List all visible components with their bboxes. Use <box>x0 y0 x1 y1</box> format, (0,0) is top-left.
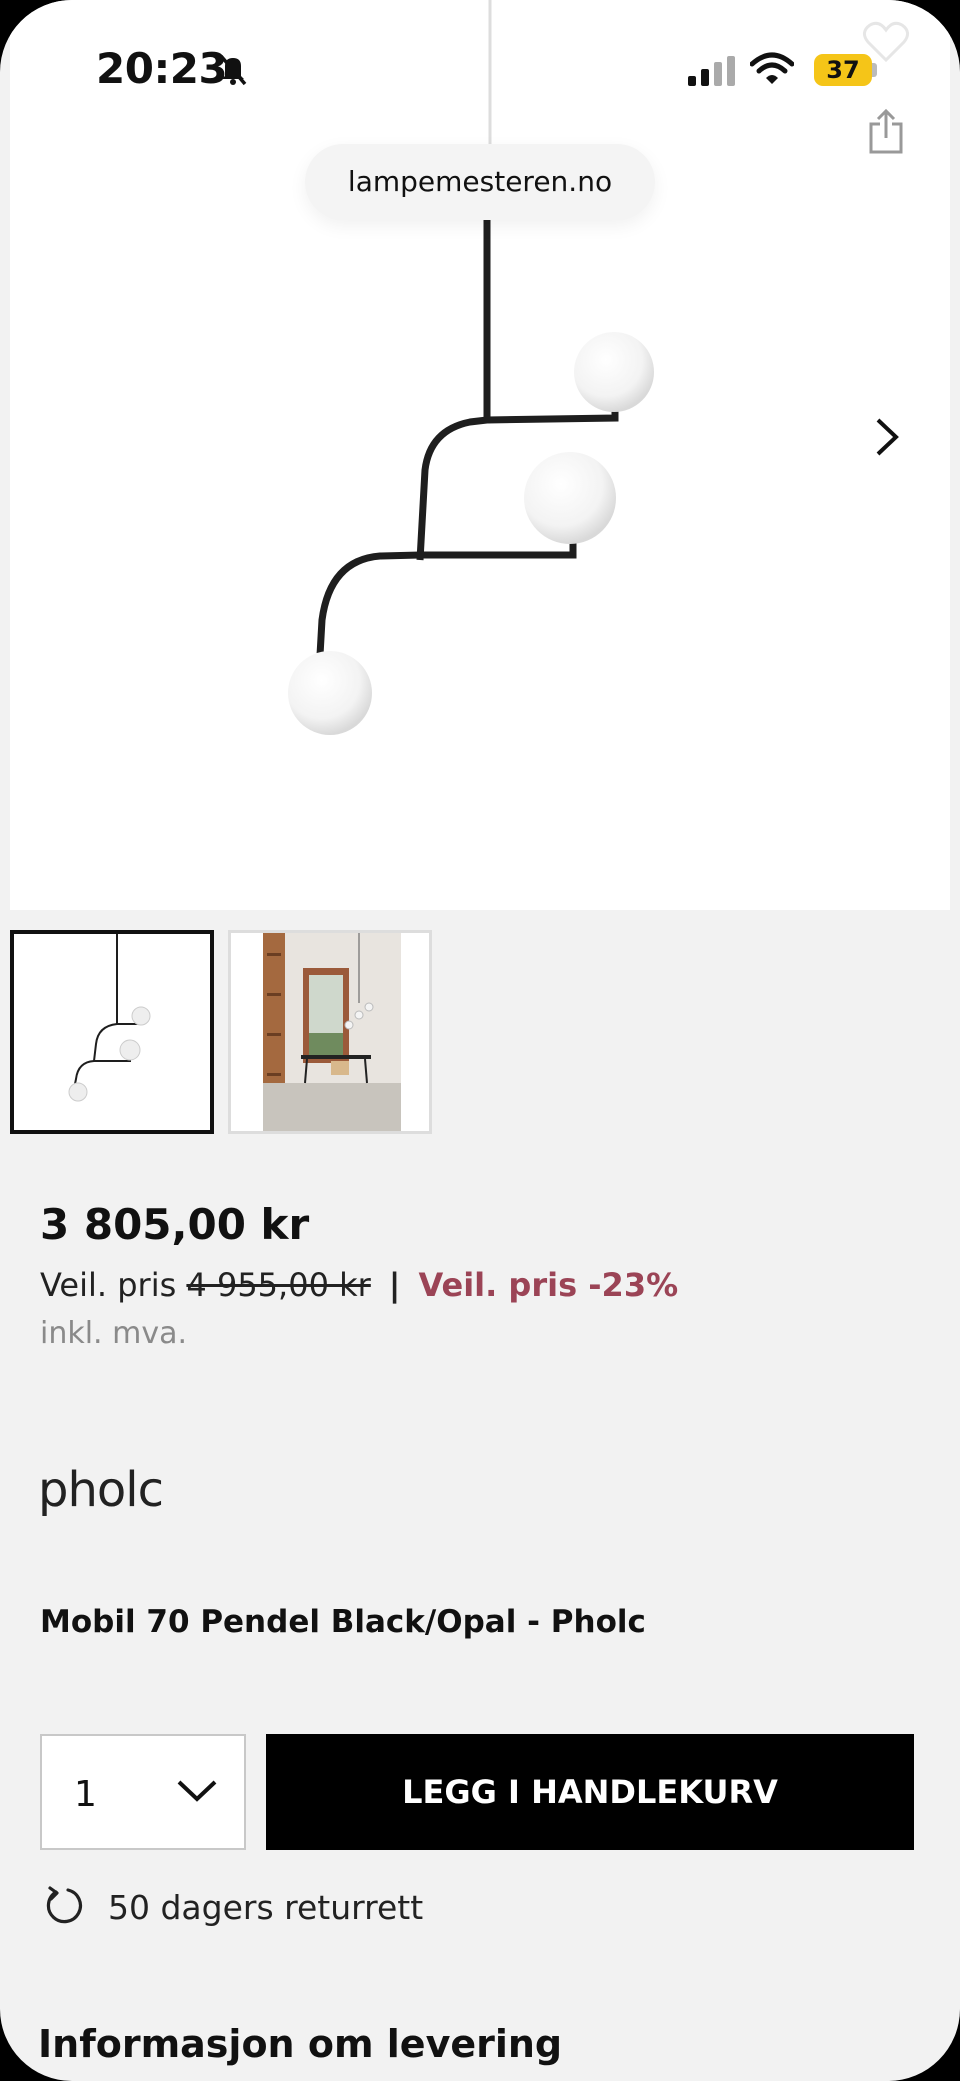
screen: 20:23 37 lampemesteren.no 3 805,00 kr Ve… <box>0 0 960 2081</box>
return-icon <box>46 1886 82 1924</box>
product-title: Mobil 70 Pendel Black/Opal - Pholc <box>40 1604 646 1640</box>
price-comparison: Veil. pris 4 955,00 kr | Veil. pris -23% <box>40 1266 678 1304</box>
price-separator: | <box>388 1266 401 1304</box>
vat-note: inkl. mva. <box>40 1316 188 1351</box>
delivery-info-heading[interactable]: Informasjon om levering <box>38 2022 562 2066</box>
quantity-select[interactable]: 1 <box>40 1734 246 1850</box>
battery-cap <box>872 63 877 77</box>
status-time: 20:23 <box>96 44 228 93</box>
signal-icon <box>688 56 735 86</box>
chevron-right-icon[interactable] <box>872 414 902 460</box>
chevron-down-icon <box>177 1780 217 1802</box>
quantity-value: 1 <box>74 1774 97 1815</box>
share-icon[interactable] <box>868 108 904 154</box>
thumbnail-lamp-image <box>68 934 151 1102</box>
url-bar[interactable]: lampemesteren.no <box>305 144 655 220</box>
brand-logo[interactable]: pholc <box>38 1462 164 1518</box>
product-image <box>288 0 654 735</box>
wifi-icon <box>750 52 794 84</box>
thumbnail-2[interactable] <box>228 930 432 1134</box>
bell-off-icon <box>219 54 247 86</box>
add-to-cart-button[interactable]: LEGG I HANDLEKURV <box>266 1734 914 1850</box>
rrp-old-price: 4 955,00 kr <box>186 1266 371 1304</box>
rrp-label: Veil. pris <box>40 1266 177 1304</box>
thumbnail-1[interactable] <box>10 930 214 1134</box>
thumbnail-room-image <box>263 933 401 1131</box>
product-price: 3 805,00 kr <box>40 1200 310 1249</box>
return-policy: 50 dagers returrett <box>108 1888 424 1927</box>
discount-label: Veil. pris -23% <box>418 1266 679 1304</box>
heart-icon[interactable] <box>862 20 910 64</box>
